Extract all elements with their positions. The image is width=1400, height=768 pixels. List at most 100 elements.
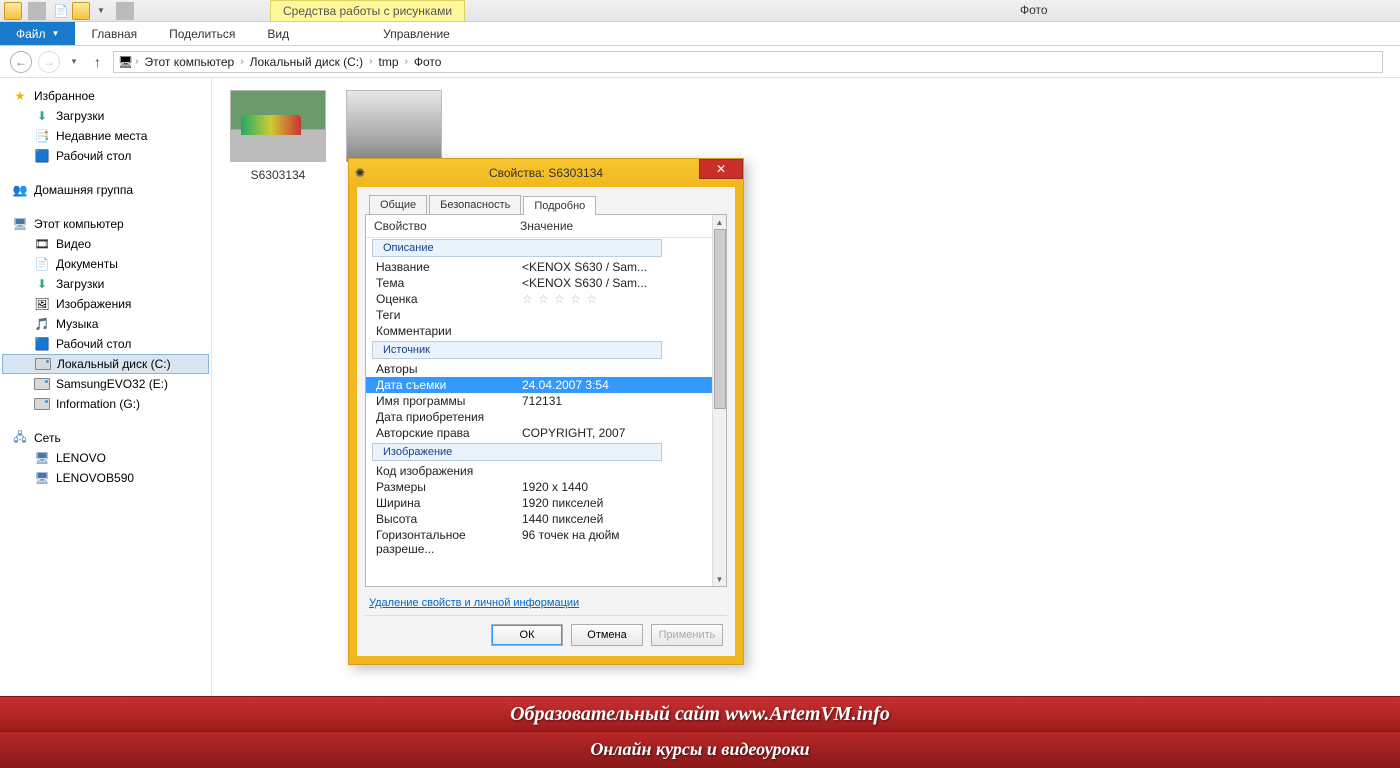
sidebar-item-drive-c[interactable]: Локальный диск (C:) <box>2 354 209 374</box>
property-header: Свойство Значение <box>366 215 726 238</box>
remove-properties-link[interactable]: Удаление свойств и личной информации <box>369 597 579 609</box>
forward-button[interactable]: → <box>38 51 60 73</box>
drive-icon <box>34 376 50 392</box>
tab-details[interactable]: Подробно <box>523 196 596 215</box>
tab-share[interactable]: Поделиться <box>153 22 251 45</box>
property-row[interactable]: Авторские праваCOPYRIGHT, 2007 <box>366 425 712 441</box>
thumbnail-item[interactable]: S6303134 <box>224 90 332 182</box>
sidebar-item-music[interactable]: 🎵Музыка <box>0 314 211 334</box>
address-bar[interactable]: 🖥 › Этот компьютер› Локальный диск (C:)›… <box>113 51 1383 73</box>
sidebar-item-downloads[interactable]: ⬇Загрузки <box>0 106 211 126</box>
up-button[interactable]: ↑ <box>94 54 101 70</box>
sidebar-item-desktop[interactable]: 🟦Рабочий стол <box>0 146 211 166</box>
history-dropdown-icon[interactable]: ▼ <box>70 57 78 66</box>
tab-manage[interactable]: Управление <box>367 22 466 45</box>
dialog-titlebar[interactable]: ✺ Свойства: S6303134 ✕ <box>349 159 743 187</box>
property-section: Описание <box>372 239 662 257</box>
computer-icon: 🖥 <box>118 55 133 69</box>
sidebar-item-recent[interactable]: 📑Недавние места <box>0 126 211 146</box>
property-section: Источник <box>372 341 662 359</box>
tab-security[interactable]: Безопасность <box>429 195 521 214</box>
column-value[interactable]: Значение <box>520 219 718 233</box>
property-row[interactable]: Размеры1920 x 1440 <box>366 479 712 495</box>
breadcrumb[interactable]: Фото <box>410 55 446 69</box>
navigation-pane: ★Избранное ⬇Загрузки 📑Недавние места 🟦Ра… <box>0 78 212 708</box>
this-pc[interactable]: 🖥Этот компьютер <box>0 214 211 234</box>
property-row[interactable]: Имя программы712131 <box>366 393 712 409</box>
homegroup[interactable]: 👥Домашняя группа <box>0 180 211 200</box>
network-icon: 🖧 <box>12 430 28 446</box>
new-folder-icon[interactable] <box>72 2 90 20</box>
back-button[interactable]: ← <box>10 51 32 73</box>
property-row[interactable]: Код изображения <box>366 463 712 479</box>
thumbnail-item[interactable] <box>340 90 448 168</box>
sidebar-item-desktop[interactable]: 🟦Рабочий стол <box>0 334 211 354</box>
scroll-up-icon[interactable]: ▲ <box>713 215 726 229</box>
music-icon: 🎵 <box>34 316 50 332</box>
property-row[interactable]: Дата приобретения <box>366 409 712 425</box>
video-icon: 🎞 <box>34 236 50 252</box>
breadcrumb[interactable]: tmp <box>374 55 402 69</box>
ribbon: Файл▼ Главная Поделиться Вид Управление <box>0 22 1400 46</box>
apply-button[interactable]: Применить <box>651 624 723 646</box>
property-section: Изображение <box>372 443 662 461</box>
breadcrumb[interactable]: Локальный диск (C:) <box>246 55 368 69</box>
drive-icon <box>35 356 51 372</box>
property-row[interactable]: Ширина1920 пикселей <box>366 495 712 511</box>
tab-view[interactable]: Вид <box>251 22 305 45</box>
property-row[interactable]: Горизонтальное разреше...96 точек на дюй… <box>366 527 712 557</box>
breadcrumb[interactable]: Этот компьютер <box>141 55 239 69</box>
scrollbar[interactable]: ▲ ▼ <box>712 215 726 586</box>
property-row[interactable]: Тема<KENOX S630 / Sam... <box>366 275 712 291</box>
sidebar-item-pictures[interactable]: 🖼Изображения <box>0 294 211 314</box>
property-row[interactable]: Теги <box>366 307 712 323</box>
column-property[interactable]: Свойство <box>374 219 520 233</box>
dialog-tabs: Общие Безопасность Подробно <box>365 195 727 215</box>
property-row[interactable]: Комментарии <box>366 323 712 339</box>
chevron-down-icon[interactable]: ▼ <box>92 2 110 20</box>
separator <box>28 2 46 20</box>
tab-home[interactable]: Главная <box>75 22 153 45</box>
sidebar-item-video[interactable]: 🎞Видео <box>0 234 211 254</box>
property-row[interactable]: Оценка☆ ☆ ☆ ☆ ☆ <box>366 291 712 307</box>
computer-icon: 🖥 <box>34 470 50 486</box>
thumbnail-caption: S6303134 <box>224 168 332 182</box>
sidebar-item-drive-g[interactable]: Information (G:) <box>0 394 211 414</box>
thumbnail-image <box>230 90 326 162</box>
download-icon: ⬇ <box>34 108 50 124</box>
computer-icon: 🖥 <box>12 216 28 232</box>
sidebar-item-drive-e[interactable]: SamsungEVO32 (E:) <box>0 374 211 394</box>
desktop-icon: 🟦 <box>34 336 50 352</box>
separator <box>116 2 134 20</box>
ok-button[interactable]: ОК <box>491 624 563 646</box>
download-icon: ⬇ <box>34 276 50 292</box>
scroll-thumb[interactable] <box>714 229 726 409</box>
property-row[interactable]: Название<KENOX S630 / Sam... <box>366 259 712 275</box>
homegroup-icon: 👥 <box>12 182 28 198</box>
navbar: ← → ▼ ↑ 🖥 › Этот компьютер› Локальный ди… <box>0 46 1400 78</box>
dialog-title: Свойства: S6303134 <box>489 166 603 180</box>
property-row[interactable]: Дата съемки24.04.2007 3:54 <box>366 377 712 393</box>
properties-icon[interactable]: 📄 <box>52 2 70 20</box>
network-group[interactable]: 🖧Сеть <box>0 428 211 448</box>
quick-access: 📄 ▼ <box>0 2 142 20</box>
desktop-icon: 🟦 <box>34 148 50 164</box>
star-icon: ★ <box>12 88 28 104</box>
sidebar-item-network-pc[interactable]: 🖥LENOVOB590 <box>0 468 211 488</box>
properties-dialog: ✺ Свойства: S6303134 ✕ Общие Безопасност… <box>348 158 744 665</box>
sidebar-item-network-pc[interactable]: 🖥LENOVO <box>0 448 211 468</box>
favorites-group[interactable]: ★Избранное <box>0 86 211 106</box>
dialog-body: Общие Безопасность Подробно Свойство Зна… <box>349 187 743 664</box>
property-rows[interactable]: Описание Название<KENOX S630 / Sam...Тема… <box>366 237 712 586</box>
cancel-button[interactable]: Отмена <box>571 624 643 646</box>
scroll-down-icon[interactable]: ▼ <box>713 572 726 586</box>
sidebar-item-downloads[interactable]: ⬇Загрузки <box>0 274 211 294</box>
close-button[interactable]: ✕ <box>699 159 743 179</box>
documents-icon: 📄 <box>34 256 50 272</box>
property-row[interactable]: Авторы <box>366 361 712 377</box>
tab-general[interactable]: Общие <box>369 195 427 214</box>
property-row[interactable]: Высота1440 пикселей <box>366 511 712 527</box>
file-tab[interactable]: Файл▼ <box>0 22 75 45</box>
folder-icon[interactable] <box>4 2 22 20</box>
sidebar-item-documents[interactable]: 📄Документы <box>0 254 211 274</box>
